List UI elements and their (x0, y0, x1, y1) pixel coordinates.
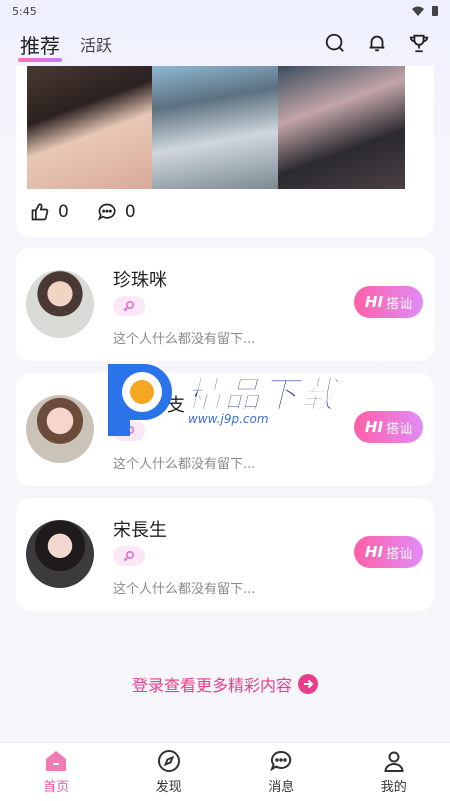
hi-chat-button[interactable]: HI 搭讪 (354, 286, 423, 318)
battery-icon (432, 6, 438, 16)
compass-icon (157, 750, 180, 772)
like-button[interactable]: 0 (30, 202, 69, 222)
user-name: 珍珠咪 (113, 270, 167, 291)
nav-discover[interactable]: 发现 (113, 743, 226, 801)
status-bar: 5:45 (0, 0, 450, 22)
status-time: 5:45 (12, 4, 37, 18)
login-more-link[interactable]: 登录查看更多精彩内容 (0, 672, 450, 696)
watermark-logo (108, 364, 172, 436)
hi-label: 搭讪 (386, 421, 413, 437)
hi-mark: HI (364, 418, 384, 436)
avatar[interactable] (26, 520, 94, 588)
search-icon[interactable] (324, 32, 346, 54)
login-more-text: 登录查看更多精彩内容 (131, 676, 292, 695)
female-icon (123, 300, 135, 312)
message-icon (270, 750, 292, 772)
post-actions: 0 0 (30, 202, 136, 222)
top-action-icons (324, 32, 430, 54)
wifi-icon (412, 6, 424, 16)
nav-messages-label: 消息 (268, 780, 295, 795)
user-name: 宋長生 (113, 520, 167, 541)
nav-discover-label: 发现 (155, 780, 182, 795)
tab-active-users[interactable]: 活跃 (80, 32, 112, 56)
post-photo[interactable] (278, 66, 405, 189)
watermark-url: www.j9p.com (188, 412, 269, 426)
watermark: 精品下载 www.j9p.com (100, 358, 350, 438)
nav-mine[interactable]: 我的 (338, 743, 450, 801)
female-icon (123, 550, 135, 562)
comment-icon (97, 203, 116, 221)
comment-count: 0 (124, 202, 136, 222)
post-photos (27, 66, 405, 189)
user-icon (384, 751, 404, 772)
post-card[interactable]: 0 0 (16, 66, 434, 237)
hi-mark: HI (364, 293, 384, 311)
gender-tag (113, 296, 145, 316)
user-bio: 这个人什么都没有留下... (113, 582, 256, 597)
home-icon (46, 751, 67, 771)
avatar[interactable] (26, 395, 94, 463)
hi-chat-button[interactable]: HI 搭讪 (354, 411, 423, 443)
user-card[interactable]: 宋長生 这个人什么都没有留下... HI 搭讪 (16, 498, 434, 611)
arrow-right-icon (298, 674, 318, 694)
status-icons (412, 6, 438, 16)
watermark-title: 精品下载 (185, 375, 339, 417)
post-photo[interactable] (152, 66, 278, 189)
user-card[interactable]: 珍珠咪 这个人什么都没有留下... HI 搭讪 (16, 248, 434, 361)
gender-tag (113, 546, 145, 566)
trophy-icon[interactable] (408, 32, 430, 54)
tab-recommend[interactable]: 推荐 (18, 30, 62, 62)
hi-label: 搭讪 (386, 546, 413, 562)
hi-label: 搭讪 (386, 296, 413, 312)
like-count: 0 (58, 202, 69, 222)
nav-mine-label: 我的 (380, 780, 407, 795)
avatar[interactable] (26, 270, 94, 338)
hi-mark: HI (364, 543, 384, 561)
user-bio: 这个人什么都没有留下... (113, 457, 256, 472)
bottom-nav: 首页 发现 消息 我的 (0, 742, 450, 801)
comment-button[interactable]: 0 (97, 202, 136, 222)
nav-home[interactable]: 首页 (0, 743, 113, 801)
hi-chat-button[interactable]: HI 搭讪 (354, 536, 423, 568)
thumbs-up-icon (31, 203, 49, 221)
nav-messages[interactable]: 消息 (225, 743, 338, 801)
nav-home-label: 首页 (43, 780, 70, 795)
user-bio: 这个人什么都没有留下... (113, 332, 256, 347)
bell-icon[interactable] (366, 32, 388, 54)
post-photo[interactable] (27, 66, 152, 189)
